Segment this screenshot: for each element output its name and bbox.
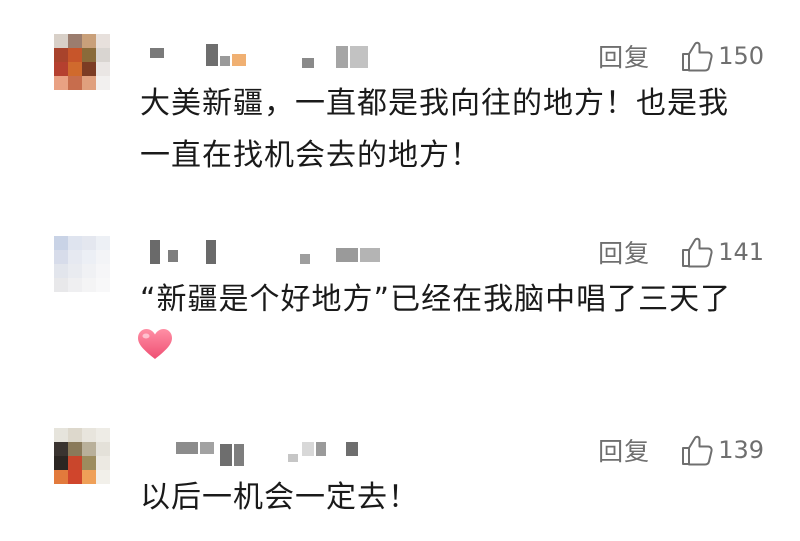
avatar-pixel xyxy=(68,250,82,264)
comment-line: 以后一机会一定去！ xyxy=(140,480,419,515)
avatar-pixel xyxy=(54,278,68,292)
avatar-pixel xyxy=(96,76,110,90)
avatar-pixel xyxy=(54,250,68,264)
avatar-pixel xyxy=(96,236,110,250)
comment-actions: 回复 141 xyxy=(598,232,764,272)
heart-emoji-icon xyxy=(138,329,172,359)
like-count: 141 xyxy=(718,238,764,266)
avatar-pixel xyxy=(68,62,82,76)
avatar-pixel xyxy=(54,34,68,48)
like-count: 150 xyxy=(718,42,764,70)
avatar-pixel xyxy=(68,76,82,90)
avatar-pixel xyxy=(54,470,68,484)
reply-button[interactable]: 回复 xyxy=(598,38,650,74)
reply-button[interactable]: 回复 xyxy=(598,432,650,468)
thumbs-up-icon[interactable] xyxy=(680,39,714,73)
avatar-pixel xyxy=(96,48,110,62)
avatar-pixel xyxy=(82,34,96,48)
avatar-pixel xyxy=(82,456,96,470)
comment-line: “新疆是个好地方”已经在我脑中唱了三天了 xyxy=(140,282,732,317)
avatar-pixel xyxy=(54,428,68,442)
avatar-pixel xyxy=(96,428,110,442)
username-blurred[interactable] xyxy=(140,36,400,68)
avatar-pixel xyxy=(68,278,82,292)
avatar-pixel xyxy=(82,470,96,484)
avatar-pixel xyxy=(54,48,68,62)
reply-button[interactable]: 回复 xyxy=(598,234,650,270)
avatar-pixel xyxy=(96,456,110,470)
avatar-pixel xyxy=(68,470,82,484)
avatar-pixel xyxy=(82,48,96,62)
avatar-pixel xyxy=(68,236,82,250)
avatar-pixel xyxy=(54,456,68,470)
avatar-pixel xyxy=(68,442,82,456)
thumbs-up-icon[interactable] xyxy=(680,433,714,467)
avatar-pixel xyxy=(82,250,96,264)
avatar-pixel xyxy=(96,278,110,292)
avatar-pixel xyxy=(82,236,96,250)
avatar-pixel xyxy=(82,62,96,76)
avatar-pixel xyxy=(54,442,68,456)
comment-text: 大美新疆，一直都是我向往的地方！也是我 一直在找机会去的地方！ xyxy=(140,78,760,182)
avatar[interactable] xyxy=(54,34,110,90)
avatar-pixel xyxy=(68,48,82,62)
avatar[interactable] xyxy=(54,236,110,292)
avatar-pixel xyxy=(54,62,68,76)
comment-text: “新疆是个好地方”已经在我脑中唱了三天了 xyxy=(140,274,760,326)
avatar-pixel xyxy=(68,34,82,48)
avatar-pixel xyxy=(82,428,96,442)
avatar-pixel xyxy=(96,62,110,76)
avatar-pixel xyxy=(54,264,68,278)
avatar-pixel xyxy=(68,456,82,470)
avatar-pixel xyxy=(82,442,96,456)
thumbs-up-icon[interactable] xyxy=(680,235,714,269)
avatar-pixel xyxy=(68,428,82,442)
avatar-pixel xyxy=(68,264,82,278)
avatar-pixel xyxy=(82,264,96,278)
comment-line: 大美新疆，一直都是我向往的地方！也是我 xyxy=(140,86,729,121)
comment-line: 一直在找机会去的地方！ xyxy=(140,138,481,173)
avatar-pixel xyxy=(96,470,110,484)
avatar-pixel xyxy=(54,236,68,250)
avatar-pixel xyxy=(96,250,110,264)
like-count: 139 xyxy=(718,436,764,464)
username-blurred[interactable] xyxy=(140,430,400,466)
avatar-pixel xyxy=(96,264,110,278)
avatar-pixel xyxy=(82,76,96,90)
comment-actions: 回复 150 xyxy=(598,36,764,76)
avatar[interactable] xyxy=(54,428,110,484)
comment-actions: 回复 139 xyxy=(598,430,764,470)
username-blurred[interactable] xyxy=(140,232,400,264)
comment-text: 以后一机会一定去！ xyxy=(140,472,760,524)
avatar-pixel xyxy=(96,34,110,48)
avatar-pixel xyxy=(96,442,110,456)
avatar-pixel xyxy=(82,278,96,292)
avatar-pixel xyxy=(54,76,68,90)
